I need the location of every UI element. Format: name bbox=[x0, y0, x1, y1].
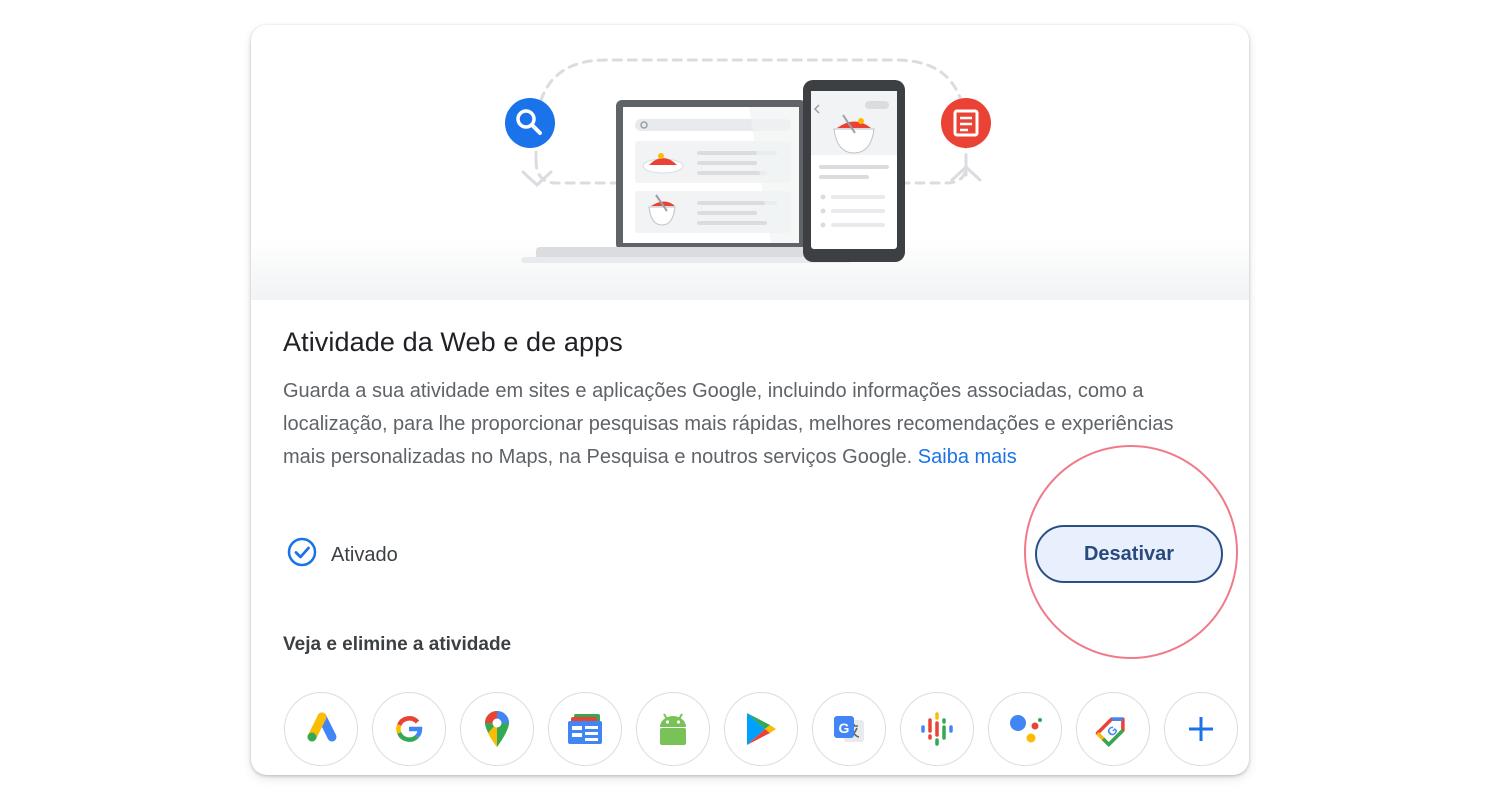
learn-more-link[interactable]: Saiba mais bbox=[918, 446, 1017, 468]
document-badge-icon bbox=[941, 98, 991, 148]
app-google-assistant[interactable] bbox=[988, 692, 1062, 766]
translate-icon: G bbox=[834, 716, 864, 742]
activity-card: Atividade da Web e de apps Guarda a sua … bbox=[251, 25, 1249, 775]
section-title: Veja e elimine a atividade bbox=[283, 634, 512, 655]
svg-text:G: G bbox=[839, 720, 850, 736]
card-description: Guarda a sua atividade em sites e aplica… bbox=[283, 375, 1203, 474]
android-icon bbox=[660, 713, 686, 745]
status-indicator: Ativado bbox=[287, 537, 398, 573]
more-apps-button[interactable] bbox=[1164, 692, 1238, 766]
app-google-podcasts[interactable] bbox=[900, 692, 974, 766]
google-g-icon bbox=[396, 716, 423, 742]
turn-off-button[interactable]: Desativar bbox=[1035, 525, 1223, 583]
news-icon bbox=[568, 714, 602, 744]
hero-illustration bbox=[251, 25, 1249, 300]
podcasts-icon bbox=[921, 712, 953, 746]
app-google-shopping[interactable]: G bbox=[1076, 692, 1150, 766]
app-google-play[interactable] bbox=[724, 692, 798, 766]
app-google-maps[interactable] bbox=[460, 692, 534, 766]
assistant-icon bbox=[1010, 715, 1042, 743]
maps-pin-icon bbox=[485, 711, 509, 747]
app-icon-row: G G bbox=[284, 692, 1238, 766]
check-circle-icon bbox=[287, 537, 317, 573]
app-google-search[interactable] bbox=[372, 692, 446, 766]
play-icon bbox=[747, 713, 776, 745]
description-text: Guarda a sua atividade em sites e aplica… bbox=[283, 380, 1174, 468]
search-badge-icon bbox=[505, 98, 555, 148]
plus-icon bbox=[1189, 717, 1213, 741]
app-google-ads[interactable] bbox=[284, 692, 358, 766]
card-title: Atividade da Web e de apps bbox=[283, 327, 623, 357]
app-android[interactable] bbox=[636, 692, 710, 766]
status-label: Ativado bbox=[331, 543, 398, 566]
ads-icon bbox=[307, 712, 337, 742]
shopping-tag-icon: G bbox=[1095, 717, 1125, 748]
app-google-news[interactable] bbox=[548, 692, 622, 766]
app-google-translate[interactable]: G bbox=[812, 692, 886, 766]
